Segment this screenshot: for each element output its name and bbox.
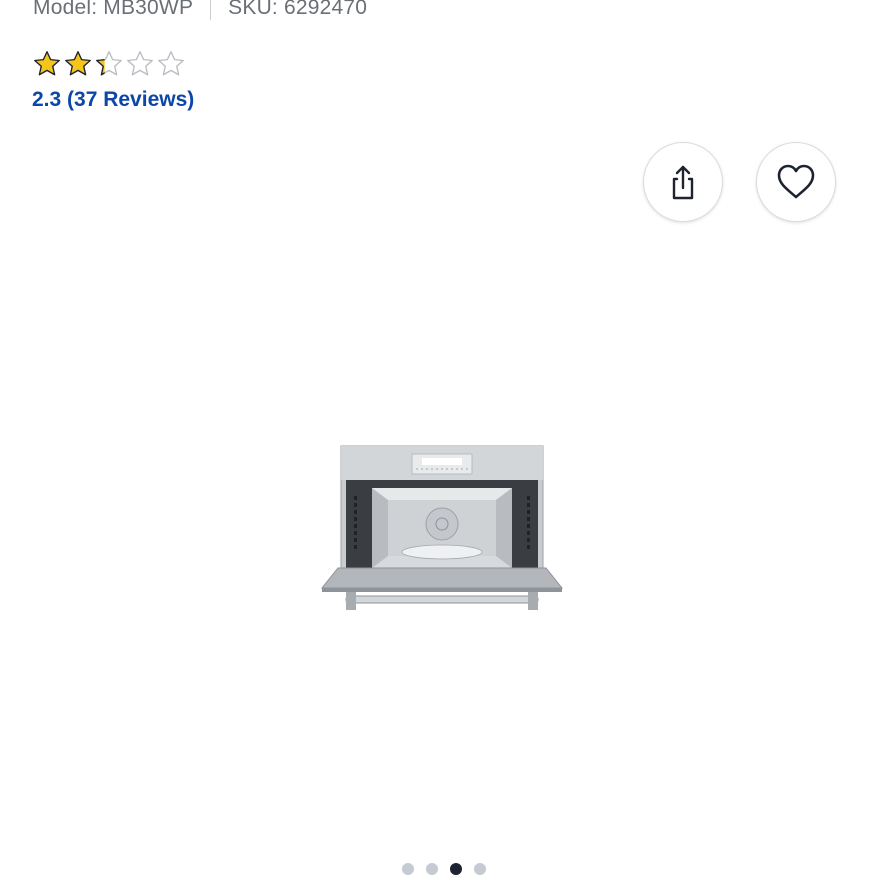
wishlist-button[interactable] — [756, 142, 836, 222]
image-carousel-dots — [402, 863, 486, 875]
star-partial-icon — [96, 51, 122, 76]
sku-number: SKU: 6292470 — [228, 0, 368, 19]
heart-icon — [777, 164, 815, 199]
share-button[interactable] — [643, 142, 723, 222]
meta-divider — [210, 0, 212, 20]
reviews-link[interactable]: 2.3 (37 Reviews) — [32, 88, 194, 112]
carousel-dot-4[interactable] — [474, 863, 486, 875]
carousel-dot-1[interactable] — [402, 863, 414, 875]
model-number: Model: MB30WP — [33, 0, 194, 19]
star-empty-icon — [127, 51, 153, 76]
carousel-dot-2[interactable] — [426, 863, 438, 875]
carousel-dot-3[interactable] — [450, 863, 462, 875]
star-full-icon — [34, 51, 60, 76]
star-full-icon — [65, 51, 91, 76]
rating-stars — [32, 49, 186, 79]
star-empty-icon — [158, 51, 184, 76]
product-meta: Model: MB30WP SKU: 6292470 — [33, 0, 367, 25]
product-image[interactable] — [310, 436, 574, 618]
share-icon — [672, 165, 694, 200]
